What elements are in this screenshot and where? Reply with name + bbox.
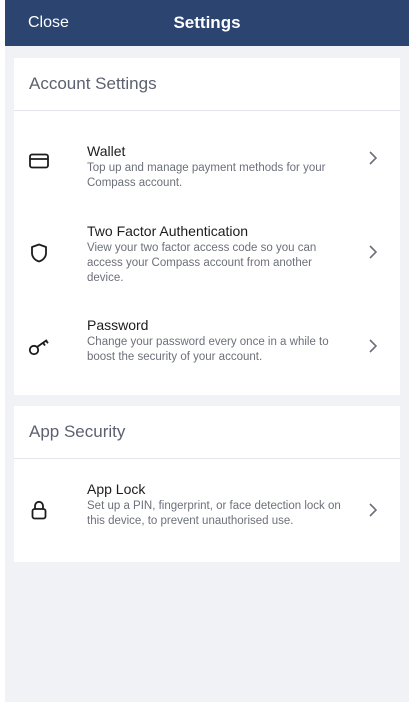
two-factor-description: View your two factor access code so you … — [87, 242, 317, 284]
two-factor-title: Two Factor Authentication — [87, 223, 249, 239]
chevron-right-icon — [368, 503, 378, 517]
app-lock-title: App Lock — [87, 481, 146, 497]
wallet-row[interactable]: Wallet Top up and manage payment methods… — [14, 111, 400, 204]
app-lock-row[interactable]: App Lock Set up a PIN, fingerprint, or f… — [14, 459, 400, 562]
lock-icon — [28, 499, 50, 521]
navigation-bar: Close Settings — [5, 0, 409, 46]
close-button[interactable]: Close — [28, 0, 69, 46]
chevron-right-icon — [368, 151, 378, 165]
app-lock-description: Set up a PIN, fingerprint, or face detec… — [87, 500, 341, 527]
settings-screen: Close Settings Account Settings Wallet T… — [0, 0, 414, 709]
account-settings-card: Account Settings Wallet Top up and manag… — [14, 58, 400, 395]
settings-content: Account Settings Wallet Top up and manag… — [5, 46, 409, 709]
page-title: Settings — [173, 13, 241, 32]
password-row[interactable]: Password Change your password every once… — [14, 301, 400, 394]
app-security-card: App Security App Lock Set up a PIN, fing… — [14, 406, 400, 562]
wallet-description: Top up and manage payment methods for yo… — [87, 162, 326, 189]
password-description: Change your password every once in a whi… — [87, 336, 329, 363]
app-security-header: App Security — [14, 406, 400, 459]
wallet-title: Wallet — [87, 143, 126, 159]
account-settings-header: Account Settings — [14, 58, 400, 111]
key-icon — [28, 336, 50, 358]
shield-icon — [28, 242, 50, 264]
chevron-right-icon — [368, 339, 378, 353]
chevron-right-icon — [368, 245, 378, 259]
two-factor-row[interactable]: Two Factor Authentication View your two … — [14, 204, 400, 301]
password-title: Password — [87, 317, 149, 333]
wallet-icon — [28, 150, 50, 172]
bottom-edge — [5, 702, 409, 709]
